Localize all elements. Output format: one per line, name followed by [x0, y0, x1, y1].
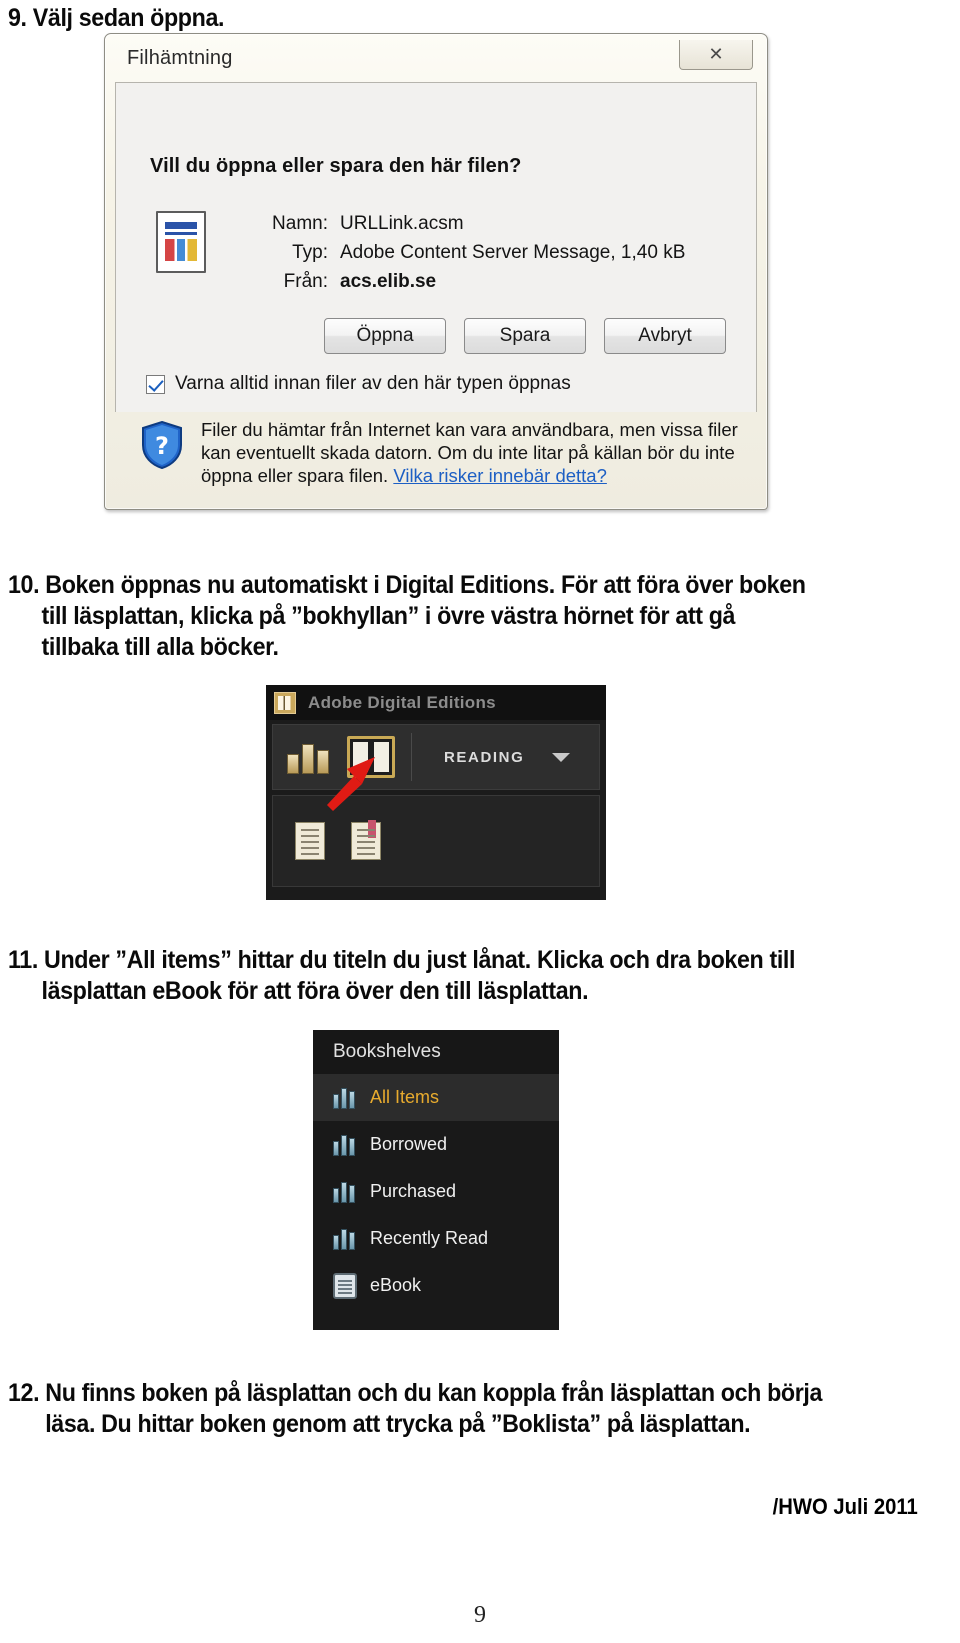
dialog-body: Vill du öppna eller spara den här filen?… [115, 82, 757, 412]
page-number: 9 [474, 1602, 486, 1628]
open-button[interactable]: Öppna [324, 318, 446, 354]
warning-line-3: öppna eller spara filen. [201, 465, 389, 486]
sidebar-item-borrowed[interactable]: Borrowed [313, 1121, 559, 1168]
file-type-label: Typ: [292, 242, 328, 263]
file-source-label: Från: [283, 271, 328, 292]
file-info-row: Från: acs.elib.se [266, 267, 685, 296]
dialog-title: Filhämtning [127, 47, 233, 69]
checkbox-checked-icon[interactable] [146, 374, 165, 394]
step-12-line-1: Nu finns boken på läsplattan och du kan … [45, 1379, 823, 1407]
bookshelf-icon [333, 1181, 357, 1203]
device-icon [333, 1272, 357, 1299]
file-info-row: Namn: URLLink.acsm [266, 209, 685, 238]
cancel-button[interactable]: Avbryt [604, 318, 726, 354]
step-9-number: 9. [8, 4, 27, 32]
always-warn-checkbox-row[interactable]: Varna alltid innan filer av den här type… [146, 373, 571, 395]
acsm-file-icon [156, 211, 206, 273]
save-button[interactable]: Spara [464, 318, 586, 354]
sidebar-item-label: Recently Read [370, 1228, 489, 1248]
step-12-line-2: läsa. Du hittar boken genom att trycka p… [45, 1410, 751, 1438]
adobe-digital-editions-screenshot: Adobe Digital Editions READING [266, 685, 606, 900]
step-10: 10. Boken öppnas nu automatiskt i Digita… [8, 570, 947, 663]
step-10-line-2: till läsplattan, klicka på ”bokhyllan” i… [41, 602, 736, 630]
file-name-label: Namn: [272, 213, 328, 234]
file-name-value: URLLink.acsm [340, 213, 464, 234]
warning-line-2: kan eventuellt skada datorn. Om du inte … [201, 442, 735, 463]
sidebar-item-label: eBook [370, 1275, 422, 1295]
ade-toolbar: READING [272, 724, 600, 811]
risk-info-link[interactable]: Vilka risker innebär detta? [393, 465, 607, 486]
sidebar-item-label: Borrowed [370, 1134, 448, 1154]
step-9-text: Välj sedan öppna. [32, 4, 225, 32]
file-source-value: acs.elib.se [340, 271, 437, 292]
ade-library-row [272, 795, 600, 887]
bookshelf-icon [333, 1087, 357, 1109]
warning-text: Filer du hämtar från Internet kan vara a… [201, 418, 738, 487]
close-icon[interactable]: ✕ [679, 40, 753, 70]
reading-view-icon[interactable] [347, 736, 395, 778]
bookmark-doc-icon[interactable] [351, 820, 381, 860]
step-12-number: 12. [8, 1379, 40, 1407]
dialog-titlebar: Filhämtning ✕ [105, 34, 767, 82]
footer-signature: /HWO Juli 2011 [772, 1494, 918, 1519]
reading-mode-label: READING [444, 748, 525, 766]
step-10-line-3: tillbaka till alla böcker. [41, 633, 279, 661]
chevron-down-icon[interactable] [552, 752, 571, 762]
library-list-icon[interactable] [295, 822, 325, 860]
step-11-line-1: Under ”All items” hittar du titeln du ju… [44, 946, 796, 974]
step-11-number: 11. [8, 946, 38, 974]
file-info-rows: Namn: URLLink.acsm Typ: Adobe Content Se… [266, 209, 685, 296]
bookshelf-icon[interactable] [287, 740, 333, 774]
adobe-digital-editions-logo-icon [274, 691, 296, 714]
dialog-question: Vill du öppna eller spara den här filen? [150, 155, 522, 177]
step-10-number: 10. [8, 571, 40, 599]
step-10-line-1: Boken öppnas nu automatiskt i Digital Ed… [45, 571, 806, 599]
ade-app-title: Adobe Digital Editions [308, 692, 496, 712]
svg-text:?: ? [155, 432, 169, 460]
toolbar-divider [411, 733, 412, 781]
sidebar-item-all-items[interactable]: All Items [313, 1074, 559, 1121]
bookshelf-icon [333, 1134, 357, 1156]
shield-question-icon: ? [142, 421, 182, 469]
file-download-dialog-screenshot: Filhämtning ✕ Vill du öppna eller spara … [104, 33, 768, 510]
always-warn-label: Varna alltid innan filer av den här type… [175, 373, 571, 394]
sidebar-item-purchased[interactable]: Purchased [313, 1168, 559, 1215]
step-12: 12. Nu finns boken på läsplattan och du … [8, 1378, 947, 1440]
sidebar-item-label: All Items [370, 1087, 440, 1107]
step-11-line-2: läsplattan eBook för att föra över den t… [41, 977, 589, 1005]
step-11: 11. Under ”All items” hittar du titeln d… [8, 945, 947, 1007]
file-info-row: Typ: Adobe Content Server Message, 1,40 … [266, 238, 685, 267]
sidebar-item-recently-read[interactable]: Recently Read [313, 1215, 559, 1262]
sidebar-item-label: Purchased [370, 1181, 457, 1201]
dialog-warning-pane: ? Filer du hämtar från Internet kan vara… [115, 412, 757, 500]
bookshelf-icon [333, 1228, 357, 1250]
warning-line-1: Filer du hämtar från Internet kan vara a… [201, 419, 738, 440]
step-9: 9. Välj sedan öppna. [8, 3, 585, 34]
sidebar-item-ebook[interactable]: eBook [313, 1262, 559, 1309]
bookshelves-panel-screenshot: Bookshelves All Items Borrowed Purchased… [313, 1030, 559, 1330]
dialog-button-row: Öppna Spara Avbryt [116, 318, 756, 354]
bookshelves-header: Bookshelves [313, 1030, 559, 1074]
ade-titlebar: Adobe Digital Editions [266, 685, 606, 720]
file-type-value: Adobe Content Server Message, 1,40 kB [340, 242, 686, 263]
